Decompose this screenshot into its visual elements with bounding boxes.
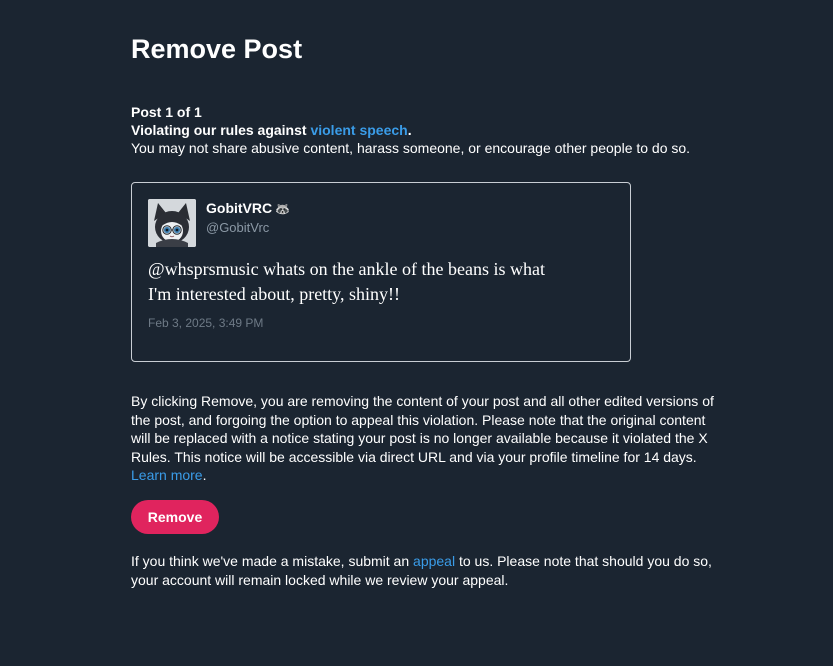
violent-speech-link[interactable]: violent speech xyxy=(310,122,407,138)
post-text-line-2: I'm interested about, pretty, shiny!! xyxy=(148,284,401,304)
removal-explanation: By clicking Remove, you are removing the… xyxy=(131,392,721,485)
post-text: @whsprsmusic whats on the ankle of the b… xyxy=(148,257,608,307)
explanation-end: . xyxy=(202,467,207,483)
post-text-line-1: @whsprsmusic whats on the ankle of the b… xyxy=(148,259,546,279)
violation-rule-prefix: Violating our rules against xyxy=(131,122,311,138)
avatar-image xyxy=(148,199,196,247)
violation-notice: Post 1 of 1 Violating our rules against … xyxy=(131,103,751,157)
author-display-name: GobitVRC 🦝 xyxy=(206,200,290,218)
author-name: GobitVRC xyxy=(206,200,273,216)
remove-button[interactable]: Remove xyxy=(131,500,219,534)
post-counter: Post 1 of 1 xyxy=(131,104,202,120)
appeal-notice: If you think we've made a mistake, submi… xyxy=(131,552,731,589)
post-timestamp: Feb 3, 2025, 3:49 PM xyxy=(148,316,264,330)
post-card: GobitVRC 🦝 @GobitVrc @whsprsmusic whats o… xyxy=(131,182,631,362)
violation-rule: Violating our rules against violent spee… xyxy=(131,121,751,139)
page-title: Remove Post xyxy=(131,34,303,64)
post-author: GobitVRC 🦝 @GobitVrc xyxy=(206,200,290,236)
raccoon-icon: 🦝 xyxy=(275,202,291,216)
appeal-link[interactable]: appeal xyxy=(413,553,455,569)
violation-description: You may not share abusive content, haras… xyxy=(131,140,691,156)
avatar xyxy=(148,199,196,247)
violation-rule-suffix: . xyxy=(407,122,412,138)
explanation-body: By clicking Remove, you are removing the… xyxy=(131,393,714,465)
learn-more-link[interactable]: Learn more xyxy=(131,467,203,483)
author-handle: @GobitVrc xyxy=(206,220,270,235)
appeal-prefix: If you think we've made a mistake, submi… xyxy=(131,553,414,569)
